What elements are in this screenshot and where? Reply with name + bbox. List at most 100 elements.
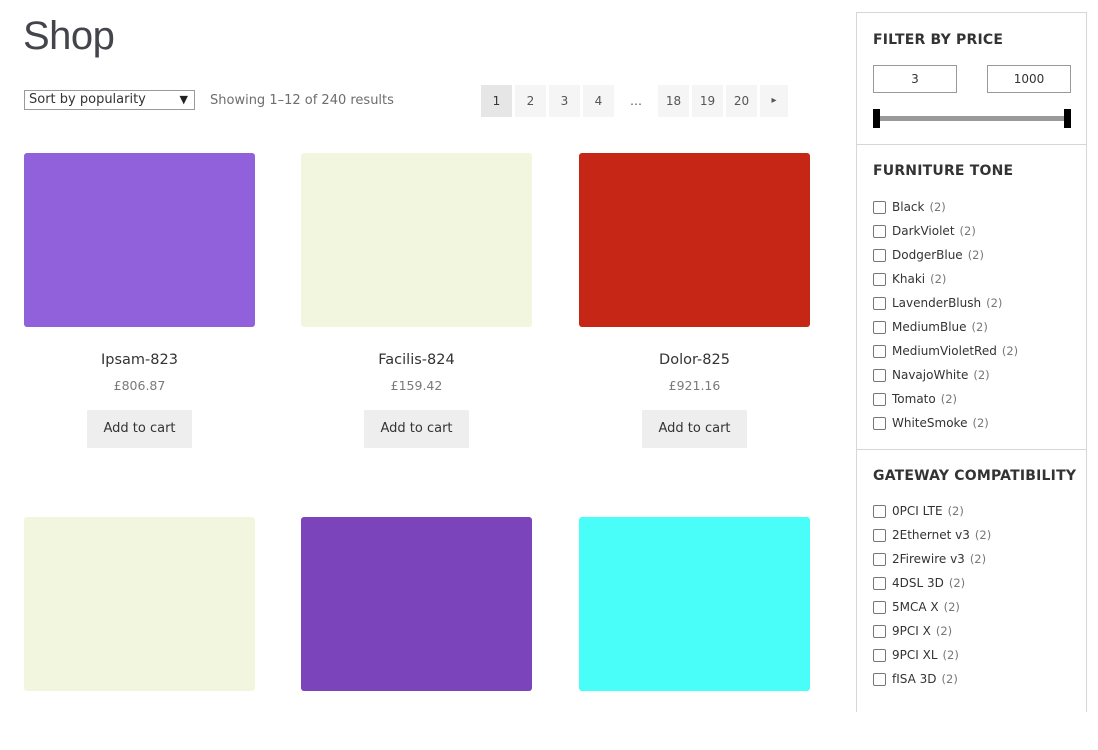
next-page-icon[interactable]: ▸ (760, 85, 788, 117)
page-link-2[interactable]: 2 (515, 85, 546, 117)
page-link-3[interactable]: 3 (549, 85, 580, 117)
filter-option[interactable]: 4DSL 3D (2) (873, 571, 991, 595)
product-price: £921.16 (668, 378, 721, 393)
sort-select[interactable]: Sort by popularity ▼ (24, 90, 195, 110)
page-title: Shop (23, 14, 115, 58)
filter-option-count: (2) (1001, 344, 1019, 358)
filter-option-label[interactable]: DodgerBlue (892, 248, 963, 262)
filter-checkbox[interactable] (873, 200, 886, 214)
filter-checkbox[interactable] (873, 504, 886, 518)
filter-checkbox[interactable] (873, 344, 886, 358)
pagination-ellipsis: … (630, 94, 642, 108)
furniture-tone-title: FURNITURE TONE (873, 163, 1014, 179)
furniture-tone-list: Black (2) DarkViolet (2) DodgerBlue (2) Khaki (… (873, 195, 1018, 435)
gateway-compatibility-title: GATEWAY COMPATIBILITY (873, 468, 1077, 484)
filter-option-label[interactable]: 0PCI LTE (892, 504, 943, 518)
filter-option-count: (2) (943, 600, 960, 614)
filter-option-label[interactable]: 2Ethernet v3 (892, 528, 970, 542)
filter-option[interactable]: DarkViolet (2) (873, 219, 1018, 243)
filter-option[interactable]: Khaki (2) (873, 267, 1018, 291)
page-link-4[interactable]: 4 (583, 85, 614, 117)
filter-checkbox[interactable] (873, 224, 886, 238)
product-image[interactable] (301, 153, 532, 327)
add-to-cart-button[interactable]: Add to cart (364, 410, 469, 448)
filter-option-label[interactable]: LavenderBlush (892, 296, 981, 310)
filter-option-count: (2) (942, 648, 959, 662)
product-price: £806.87 (113, 378, 166, 393)
filter-option-label[interactable]: MediumVioletRed (892, 344, 997, 358)
filter-option-label[interactable]: NavajoWhite (892, 368, 968, 382)
filter-option[interactable]: WhiteSmoke (2) (873, 411, 1018, 435)
filter-option[interactable]: Black (2) (873, 195, 1018, 219)
filter-option[interactable]: 5MCA X (2) (873, 595, 991, 619)
filter-checkbox[interactable] (873, 672, 886, 686)
price-slider-track[interactable] (876, 116, 1068, 121)
filter-option-label[interactable]: Khaki (892, 272, 925, 286)
product-card: Ipsam-823 £806.87 Add to cart (24, 153, 255, 448)
page-link-18[interactable]: 18 (658, 85, 689, 117)
filter-option[interactable]: NavajoWhite (2) (873, 363, 1018, 387)
add-to-cart-button[interactable]: Add to cart (642, 410, 747, 448)
filter-option-label[interactable]: 9PCI X (892, 624, 931, 638)
product-image[interactable] (301, 517, 532, 691)
filter-option-count: (2) (967, 248, 984, 262)
filter-option-label[interactable]: MediumBlue (892, 320, 967, 334)
product-image[interactable] (579, 153, 810, 327)
product-name[interactable]: Facilis-824 (301, 352, 532, 368)
filter-option-label[interactable]: WhiteSmoke (892, 416, 967, 430)
filter-option[interactable]: Tomato (2) (873, 387, 1018, 411)
filter-option[interactable]: MediumVioletRed (2) (873, 339, 1018, 363)
filter-checkbox[interactable] (873, 552, 886, 566)
filter-checkbox[interactable] (873, 296, 886, 310)
filter-option[interactable]: 9PCI XL (2) (873, 643, 991, 667)
add-to-cart-button[interactable]: Add to cart (87, 410, 192, 448)
filter-option[interactable]: fISA 3D (2) (873, 667, 991, 691)
product-card: Dolor-825 £921.16 Add to cart (579, 153, 810, 448)
price-filter-widget: FILTER BY PRICE 3 1000 (857, 13, 1086, 145)
filter-option-count: (2) (959, 224, 976, 238)
filter-option-count: (2) (973, 368, 990, 382)
filter-checkbox[interactable] (873, 528, 886, 542)
filter-option-label[interactable]: 2Firewire v3 (892, 552, 965, 566)
product-name[interactable]: Ipsam-823 (24, 352, 255, 368)
filter-checkbox[interactable] (873, 368, 886, 382)
page-link-19[interactable]: 19 (692, 85, 723, 117)
page-link-1[interactable]: 1 (481, 85, 512, 117)
page-link-20[interactable]: 20 (726, 85, 757, 117)
product-image[interactable] (24, 517, 255, 691)
min-price-input[interactable]: 3 (873, 65, 957, 93)
filter-checkbox[interactable] (873, 272, 886, 286)
dropdown-arrow-icon: ▼ (179, 93, 188, 106)
filter-option-label[interactable]: 9PCI XL (892, 648, 938, 662)
filter-option[interactable]: LavenderBlush (2) (873, 291, 1018, 315)
filter-checkbox[interactable] (873, 320, 886, 334)
filter-option[interactable]: DodgerBlue (2) (873, 243, 1018, 267)
filter-option[interactable]: 9PCI X (2) (873, 619, 991, 643)
filter-option-count: (2) (935, 624, 953, 638)
product-name[interactable]: Dolor-825 (579, 352, 810, 368)
price-slider-max-handle[interactable] (1064, 109, 1071, 128)
filter-option-label[interactable]: Tomato (892, 392, 936, 406)
filter-option[interactable]: 2Firewire v3 (2) (873, 547, 991, 571)
filter-checkbox[interactable] (873, 576, 886, 590)
filter-option-label[interactable]: Black (892, 200, 924, 214)
gateway-compatibility-widget: GATEWAY COMPATIBILITY 0PCI LTE (2) 2Ethern… (857, 450, 1086, 750)
filter-option-label[interactable]: 5MCA X (892, 600, 939, 614)
filter-option-label[interactable]: DarkViolet (892, 224, 955, 238)
filter-option[interactable]: MediumBlue (2) (873, 315, 1018, 339)
filter-option-label[interactable]: fISA 3D (892, 672, 937, 686)
product-image[interactable] (24, 153, 255, 327)
filter-checkbox[interactable] (873, 648, 886, 662)
filter-option[interactable]: 0PCI LTE (2) (873, 499, 991, 523)
filter-checkbox[interactable] (873, 416, 886, 430)
filter-checkbox[interactable] (873, 392, 886, 406)
product-card (24, 517, 255, 691)
filter-checkbox[interactable] (873, 600, 886, 614)
filter-checkbox[interactable] (873, 248, 886, 262)
max-price-input[interactable]: 1000 (987, 65, 1071, 93)
filter-checkbox[interactable] (873, 624, 886, 638)
filter-option-label[interactable]: 4DSL 3D (892, 576, 944, 590)
product-image[interactable] (579, 517, 810, 691)
price-slider-min-handle[interactable] (873, 109, 880, 128)
filter-option[interactable]: 2Ethernet v3 (2) (873, 523, 991, 547)
